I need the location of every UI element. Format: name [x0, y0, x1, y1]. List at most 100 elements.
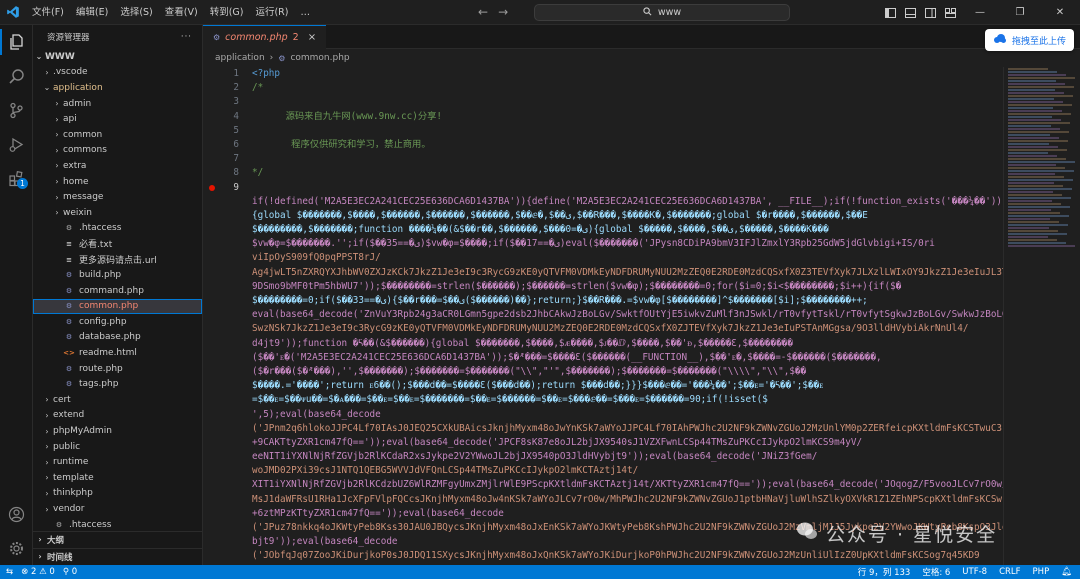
- tree-folder[interactable]: › common: [33, 127, 202, 143]
- run-and-debug-icon[interactable]: [0, 127, 33, 161]
- tree-file[interactable]: ⚙ build.php: [33, 267, 202, 283]
- tree-file[interactable]: ⚙ route.php: [33, 361, 202, 377]
- workspace-root[interactable]: ⌄ WWW: [33, 49, 202, 65]
- forward-arrow-icon[interactable]: →: [498, 5, 508, 19]
- menu-item[interactable]: 编辑(E): [70, 0, 114, 25]
- tree-folder[interactable]: › extra: [33, 158, 202, 174]
- breadcrumb-file[interactable]: common.php: [290, 53, 349, 63]
- close-window-icon[interactable]: ✕: [1040, 0, 1080, 25]
- gutter[interactable]: [239, 408, 252, 422]
- tree-folder[interactable]: › home: [33, 174, 202, 190]
- tree-file[interactable]: ⚙ config.php: [33, 314, 202, 330]
- cursor-position[interactable]: 行 9，列 133: [858, 566, 911, 578]
- tree-file[interactable]: ⚙ .htaccess: [33, 221, 202, 237]
- gutter[interactable]: [239, 294, 252, 308]
- tree-folder[interactable]: ⌄ application: [33, 80, 202, 96]
- gutter[interactable]: [239, 237, 252, 251]
- notifications-bell-icon[interactable]: 🔔︎: [1061, 567, 1072, 577]
- tree-file[interactable]: ≡ 更多源码请点击.url: [33, 252, 202, 268]
- end-of-line[interactable]: CRLF: [999, 567, 1020, 577]
- menu-item[interactable]: 选择(S): [114, 0, 158, 25]
- tree-file[interactable]: ⚙ database.php: [33, 330, 202, 346]
- gutter[interactable]: [239, 266, 252, 280]
- gutter[interactable]: [239, 138, 252, 152]
- gutter[interactable]: [239, 535, 252, 549]
- explorer-icon[interactable]: [0, 25, 33, 59]
- gutter[interactable]: [239, 322, 252, 336]
- encoding[interactable]: UTF-8: [962, 567, 987, 577]
- menu-item[interactable]: 文件(F): [26, 0, 70, 25]
- tree-folder[interactable]: › runtime: [33, 454, 202, 470]
- gutter[interactable]: [239, 507, 252, 521]
- indentation[interactable]: 空格: 6: [922, 566, 950, 578]
- tree-file[interactable]: ≡ 必看.txt: [33, 236, 202, 252]
- gutter[interactable]: [239, 166, 252, 180]
- menu-item[interactable]: …: [294, 0, 316, 25]
- gutter[interactable]: [209, 181, 252, 195]
- gutter[interactable]: [239, 478, 252, 492]
- outline-section[interactable]: › 大纲: [33, 531, 202, 547]
- tree-folder[interactable]: › thinkphp: [33, 486, 202, 502]
- gutter[interactable]: [239, 351, 252, 365]
- tree-file[interactable]: ⚙ tags.php: [33, 376, 202, 392]
- ports-indicator[interactable]: ⚲ 0: [63, 567, 77, 577]
- tree-folder[interactable]: › vendor: [33, 501, 202, 517]
- tree-folder[interactable]: › extend: [33, 408, 202, 424]
- tree-folder[interactable]: › template: [33, 470, 202, 486]
- gutter[interactable]: [239, 521, 252, 535]
- gutter[interactable]: [239, 549, 252, 563]
- toggle-primary-sidebar-icon[interactable]: [880, 0, 900, 25]
- gutter[interactable]: [239, 124, 252, 138]
- more-actions-icon[interactable]: ···: [181, 32, 192, 42]
- gutter[interactable]: [239, 422, 252, 436]
- code-editor[interactable]: 1 <?php 2/* 3 4 源码来自九牛网(www.9nw.cc)分享! 5 6 程序仅…: [203, 67, 1003, 565]
- problems-indicator[interactable]: ⊗ 2 ⚠ 0: [21, 567, 55, 577]
- gutter[interactable]: [239, 365, 252, 379]
- back-arrow-icon[interactable]: ←: [478, 5, 488, 19]
- gutter[interactable]: [239, 393, 252, 407]
- gutter[interactable]: [239, 152, 252, 166]
- tab-common-php[interactable]: ⚙ common.php 2 ×: [203, 25, 327, 49]
- extensions-icon[interactable]: 1: [0, 161, 33, 195]
- gutter[interactable]: [239, 436, 252, 450]
- gutter[interactable]: [239, 280, 252, 294]
- gutter[interactable]: [239, 195, 252, 209]
- tree-folder[interactable]: › api: [33, 111, 202, 127]
- gutter[interactable]: [239, 464, 252, 478]
- gutter[interactable]: [239, 110, 252, 124]
- menu-item[interactable]: 转到(G): [204, 0, 250, 25]
- breakpoint-icon[interactable]: [209, 184, 215, 191]
- menu-item[interactable]: 查看(V): [159, 0, 204, 25]
- tree-folder[interactable]: › public: [33, 439, 202, 455]
- accounts-icon[interactable]: [0, 497, 33, 531]
- tree-folder[interactable]: › weixin: [33, 205, 202, 221]
- tree-file[interactable]: <> readme.html: [33, 345, 202, 361]
- toggle-panel-icon[interactable]: [900, 0, 920, 25]
- gutter[interactable]: [239, 337, 252, 351]
- gutter[interactable]: [239, 493, 252, 507]
- language-mode[interactable]: PHP: [1033, 567, 1050, 577]
- search-icon[interactable]: [0, 59, 33, 93]
- restore-window-icon[interactable]: ❐: [1000, 0, 1040, 25]
- tree-folder[interactable]: › phpMyAdmin: [33, 423, 202, 439]
- tree-folder[interactable]: › admin: [33, 96, 202, 112]
- tree-folder[interactable]: › cert: [33, 392, 202, 408]
- drag-upload-button[interactable]: 拖拽至此上传: [984, 29, 1074, 51]
- minimap[interactable]: [1003, 67, 1080, 565]
- gutter[interactable]: [239, 209, 252, 223]
- tree-folder[interactable]: › message: [33, 189, 202, 205]
- tree-folder[interactable]: › .vscode: [33, 65, 202, 81]
- command-center-search[interactable]: www: [534, 4, 790, 21]
- gutter[interactable]: [239, 450, 252, 464]
- settings-gear-icon[interactable]: [0, 531, 33, 565]
- gutter[interactable]: [239, 223, 252, 237]
- menu-item[interactable]: 运行(R): [249, 0, 294, 25]
- gutter[interactable]: [239, 308, 252, 322]
- close-tab-icon[interactable]: ×: [308, 32, 316, 43]
- gutter[interactable]: [239, 67, 252, 81]
- minimize-window-icon[interactable]: —: [960, 0, 1000, 25]
- customize-layout-icon[interactable]: [940, 0, 960, 25]
- tree-folder[interactable]: › commons: [33, 143, 202, 159]
- gutter[interactable]: [239, 251, 252, 265]
- source-control-icon[interactable]: [0, 93, 33, 127]
